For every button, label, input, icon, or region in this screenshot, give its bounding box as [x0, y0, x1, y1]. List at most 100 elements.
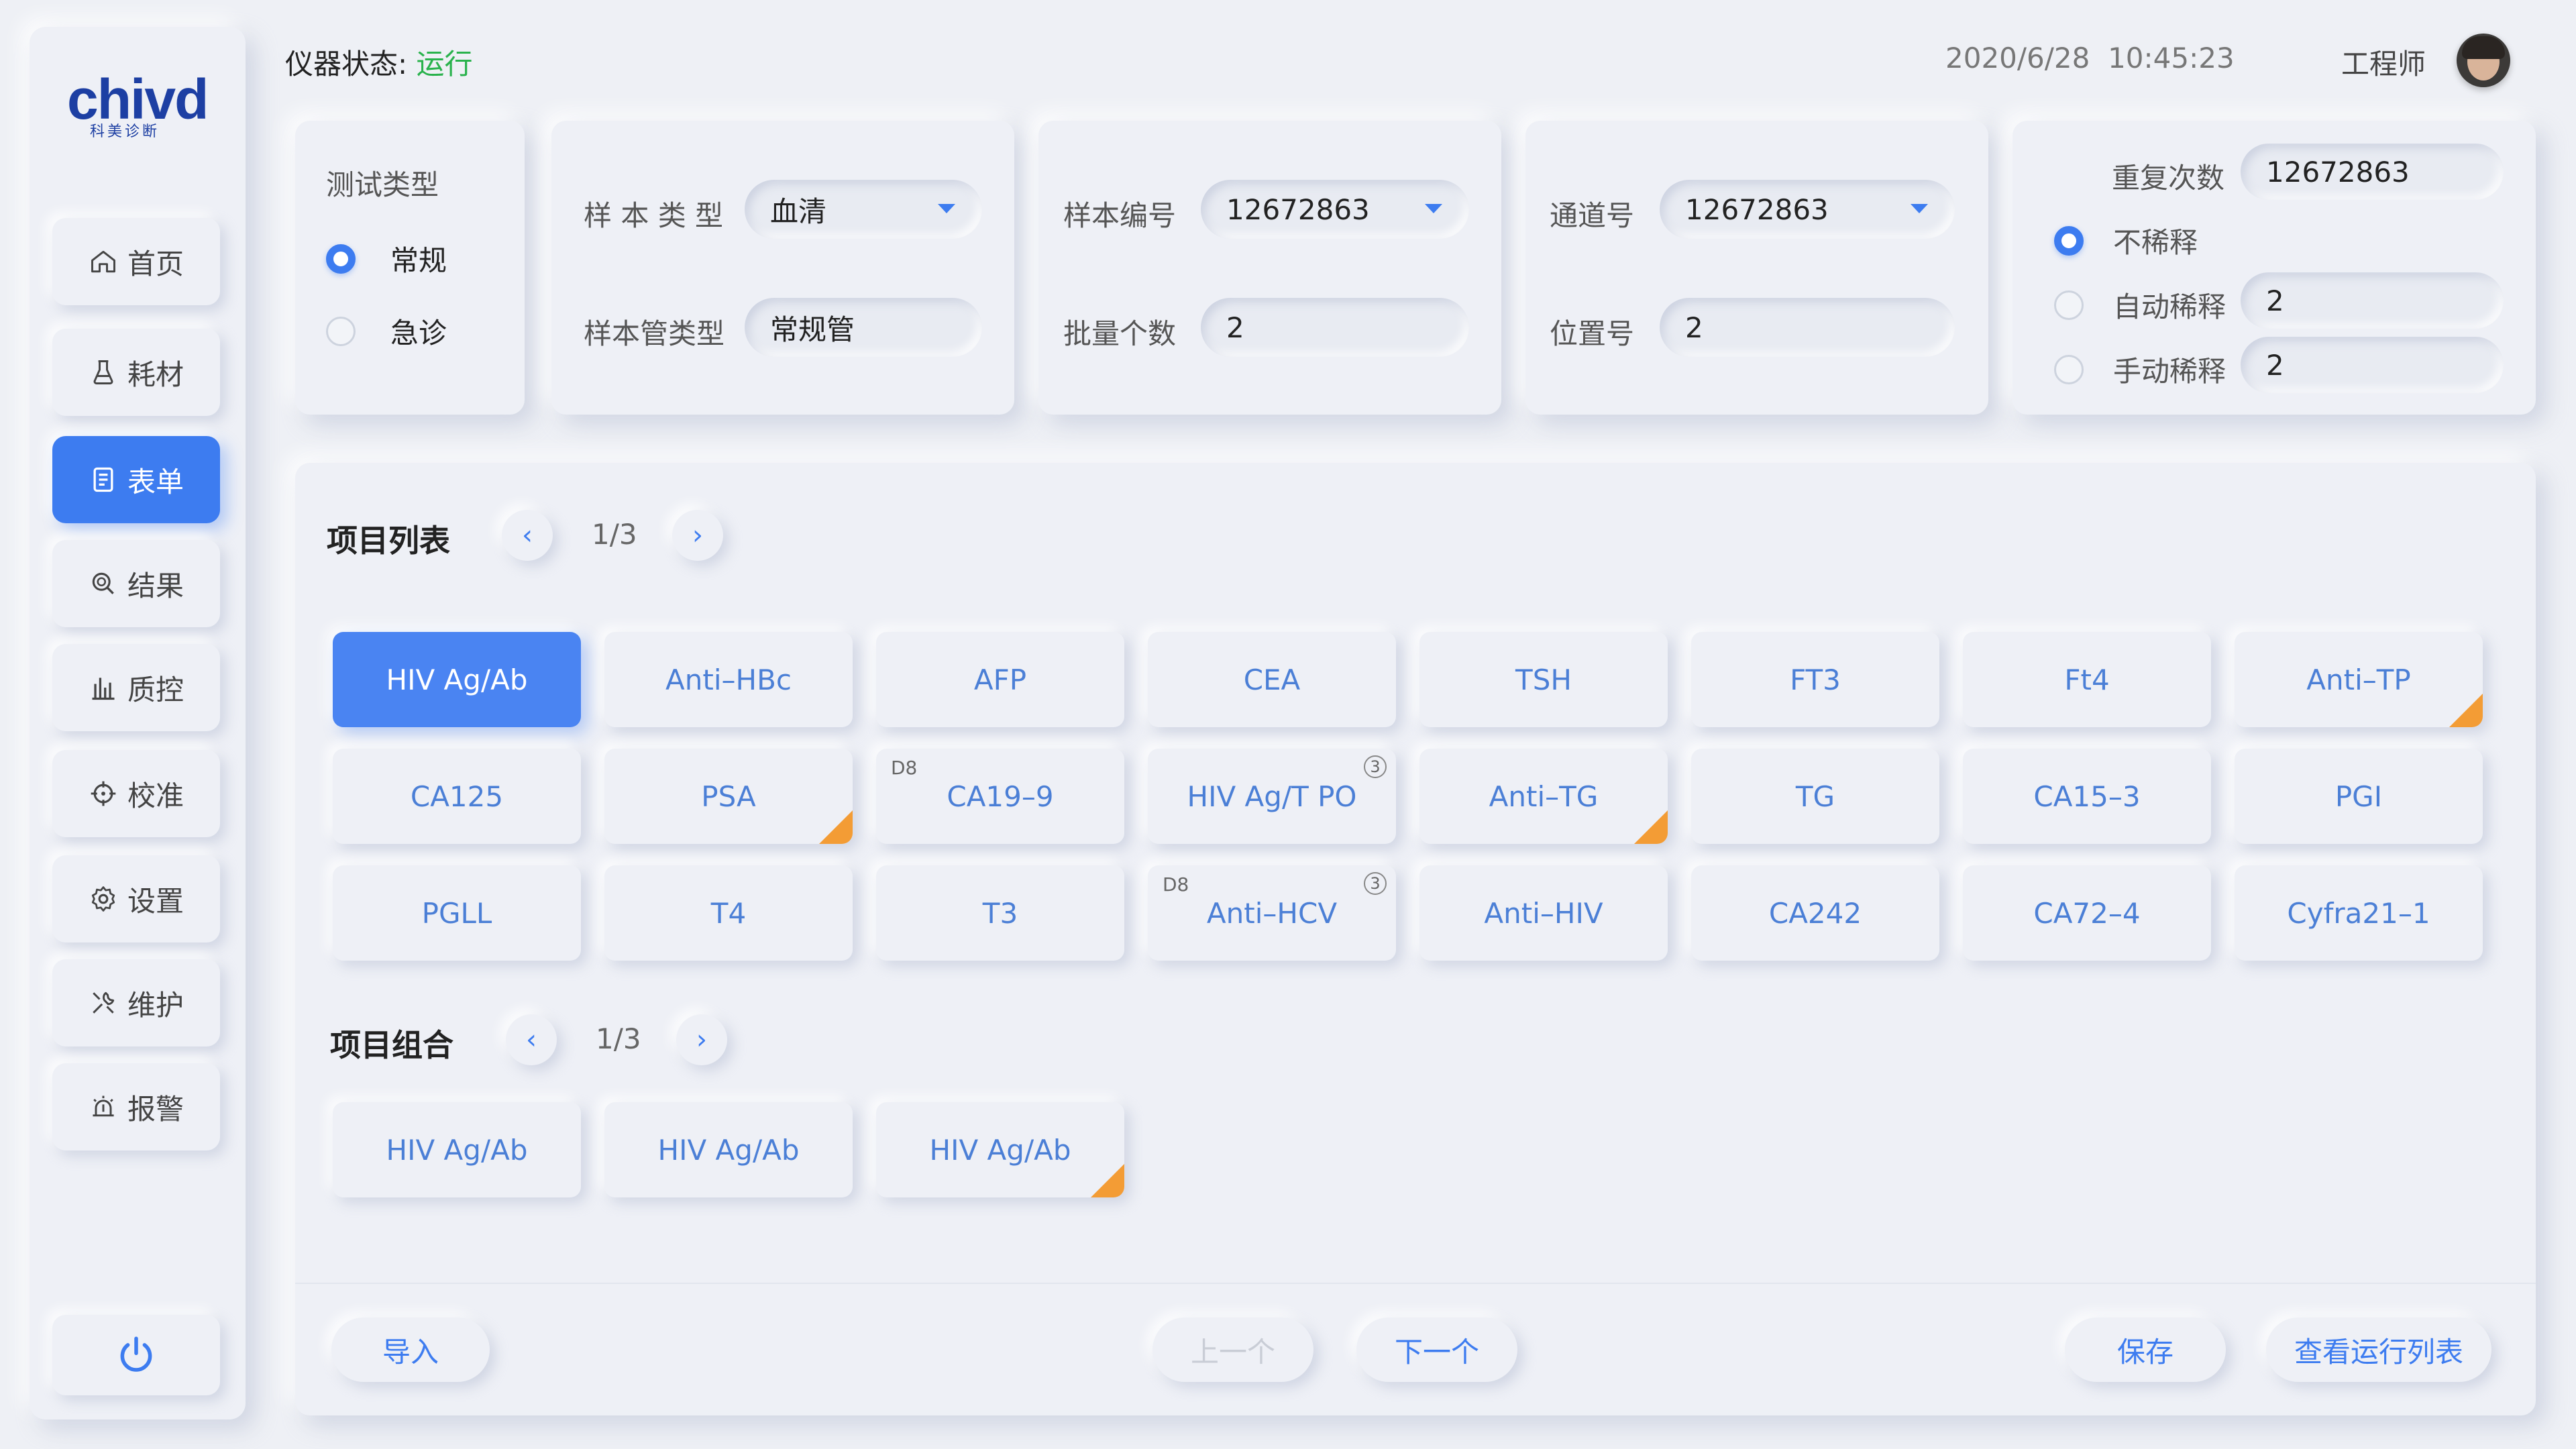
tile-label: Anti–HIV [1484, 896, 1603, 930]
tile-label: CA125 [410, 780, 504, 813]
sidebar-item-consumables[interactable]: 耗材 [52, 329, 220, 416]
instrument-status: 仪器状态: 运行 [285, 42, 473, 83]
project-tile[interactable]: T4 [604, 865, 853, 961]
button-label: 保存 [2116, 1335, 2174, 1368]
project-tile[interactable]: CA15–3 [1963, 749, 2211, 844]
radio-indicator [2054, 354, 2084, 384]
project-tile[interactable]: Anti–TP [2235, 632, 2483, 727]
sidebar-item-alarm[interactable]: 报警 [52, 1063, 220, 1150]
tile-count-badge: 3 [1364, 872, 1387, 895]
tile-label: HIV Ag/Ab [386, 663, 528, 696]
radio-auto-dilution[interactable]: 自动稀释 [2054, 284, 2226, 325]
tile-label: TSH [1515, 663, 1572, 696]
project-tile[interactable]: CA125 [333, 749, 581, 844]
project-tile[interactable]: Cyfra21–1 [2235, 865, 2483, 961]
radio-no-dilution[interactable]: 不稀释 [2054, 220, 2198, 261]
project-tile[interactable]: TG [1691, 749, 1939, 844]
avatar[interactable] [2457, 34, 2510, 87]
position-field[interactable]: 2 [1660, 298, 1955, 357]
sidebar-item-maintenance[interactable]: 维护 [52, 959, 220, 1046]
project-group-next-button[interactable]: › [676, 1014, 727, 1065]
project-tile[interactable]: AFP [876, 632, 1124, 727]
tile-label: CA19–9 [947, 780, 1054, 813]
radio-routine[interactable]: 常规 [326, 238, 447, 279]
sidebar-item-label: 校准 [127, 779, 184, 812]
project-list-next-button[interactable]: › [672, 510, 723, 561]
sidebar-item-form[interactable]: 表单 [52, 436, 220, 523]
sample-type-select[interactable]: 血清 [745, 180, 982, 239]
project-list-title: 项目列表 [327, 523, 450, 559]
auto-dilution-field[interactable]: 2 [2241, 272, 2504, 329]
project-group-prev-button[interactable]: ‹ [506, 1014, 557, 1065]
chevron-right-icon: › [692, 520, 703, 551]
project-tile[interactable]: HIV Ag/Ab [333, 632, 581, 727]
project-tile[interactable]: Anti–HIV [1419, 865, 1668, 961]
project-tile[interactable]: HIV Ag/Ab [604, 1102, 853, 1197]
project-tile[interactable]: PGI [2235, 749, 2483, 844]
user-name: 工程师 [2341, 48, 2426, 80]
button-label: 上一个 [1190, 1335, 1275, 1368]
sidebar-item-qc[interactable]: 质控 [52, 644, 220, 731]
project-tile[interactable]: Anti–TG [1419, 749, 1668, 844]
project-tile[interactable]: HIV Ag/Ab [876, 1102, 1124, 1197]
radio-label: 不稀释 [2113, 226, 2198, 259]
project-list-prev-button[interactable]: ‹ [502, 510, 553, 561]
power-button[interactable] [52, 1315, 220, 1395]
radio-manual-dilution[interactable]: 手动稀释 [2054, 349, 2226, 390]
batch-count-field[interactable]: 2 [1201, 298, 1469, 357]
tile-tag: D8 [891, 757, 918, 779]
tube-type-field[interactable]: 常规管 [745, 298, 982, 357]
project-tile[interactable]: T3 [876, 865, 1124, 961]
company-logo: chivd 科美诊断 [67, 67, 209, 141]
radio-emergency[interactable]: 急诊 [326, 311, 447, 352]
sidebar-item-home[interactable]: 首页 [52, 218, 220, 305]
sidebar-item-settings[interactable]: 设置 [52, 855, 220, 943]
project-tile[interactable]: Ft4 [1963, 632, 2211, 727]
sample-number-select[interactable]: 12672863 [1201, 180, 1469, 239]
sidebar-item-calibration[interactable]: 校准 [52, 750, 220, 837]
tile-label: Anti–TP [2306, 663, 2411, 696]
footer-divider [295, 1283, 2536, 1284]
sidebar-item-results[interactable]: 结果 [52, 540, 220, 627]
project-tile[interactable]: CA242 [1691, 865, 1939, 961]
select-value: 血清 [770, 195, 827, 228]
previous-button[interactable]: 上一个 [1152, 1318, 1313, 1382]
field-value: 常规管 [770, 313, 855, 346]
tile-label: CEA [1243, 663, 1301, 696]
repeat-count-field[interactable]: 12672863 [2241, 144, 2504, 200]
logo-subtitle: 科美诊断 [90, 123, 160, 140]
channel-select[interactable]: 12672863 [1660, 180, 1955, 239]
field-value: 2 [2266, 284, 2284, 317]
radio-label: 常规 [390, 244, 447, 277]
project-tile[interactable]: PGLL [333, 865, 581, 961]
project-tile[interactable]: FT3 [1691, 632, 1939, 727]
sample-type-card [551, 121, 1014, 415]
project-tile[interactable]: HIV Ag/Ab [333, 1102, 581, 1197]
tile-label: T3 [982, 896, 1018, 930]
next-button[interactable]: 下一个 [1356, 1318, 1517, 1382]
sample-number-card [1038, 121, 1501, 415]
view-run-list-button[interactable]: 查看运行列表 [2266, 1318, 2491, 1382]
gear-icon [91, 886, 115, 912]
project-tile[interactable]: D8 3 Anti–HCV [1148, 865, 1396, 961]
save-button[interactable]: 保存 [2065, 1318, 2226, 1382]
import-button[interactable]: 导入 [331, 1318, 490, 1382]
tube-type-label: 样本管类型 [584, 317, 725, 350]
sample-number-label: 样本编号 [1063, 199, 1177, 232]
field-value: 12672863 [2266, 155, 2410, 189]
tile-label: CA15–3 [2033, 780, 2141, 813]
project-tile[interactable]: CEA [1148, 632, 1396, 727]
project-tile[interactable]: Anti–HBc [604, 632, 853, 727]
project-tile[interactable]: PSA [604, 749, 853, 844]
project-tile[interactable]: TSH [1419, 632, 1668, 727]
project-tile[interactable]: D8 CA19–9 [876, 749, 1124, 844]
radio-indicator [2054, 290, 2084, 320]
project-tile[interactable]: 3 HIV Ag/T PO [1148, 749, 1396, 844]
sidebar-item-label: 维护 [127, 988, 184, 1022]
project-tile[interactable]: CA72–4 [1963, 865, 2211, 961]
tile-label: T4 [710, 896, 747, 930]
manual-dilution-field[interactable]: 2 [2241, 337, 2504, 393]
button-label: 查看运行列表 [2294, 1335, 2463, 1368]
radio-indicator [326, 244, 356, 274]
tile-label: Ft4 [2064, 663, 2110, 696]
